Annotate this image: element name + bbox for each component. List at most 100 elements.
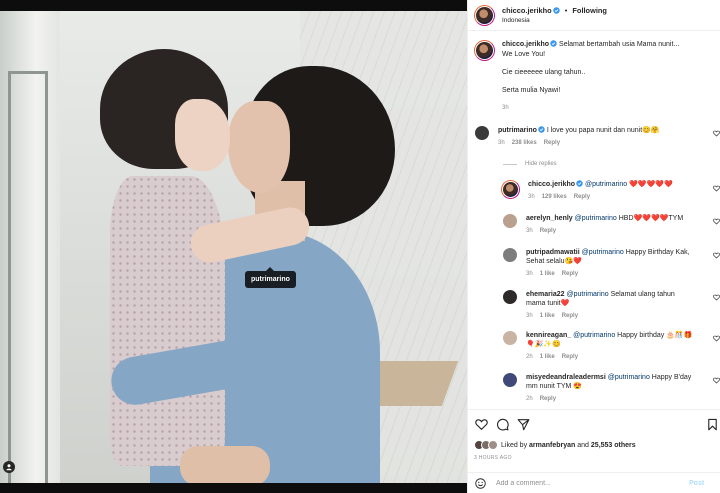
reply-text: Happy Birthday Kak, xyxy=(625,249,690,256)
reply-button[interactable]: Reply xyxy=(574,194,590,200)
person-icon xyxy=(6,464,12,471)
woman-hand xyxy=(180,446,270,486)
caption-time[interactable]: 3h xyxy=(502,104,707,114)
replier-avatar[interactable] xyxy=(503,373,517,387)
verified-badge-icon xyxy=(576,180,583,187)
replier-avatar[interactable] xyxy=(503,248,517,262)
like-button[interactable] xyxy=(475,418,488,431)
reply-item: misyedeandraleadermsi @putrimarino Happy… xyxy=(503,373,720,405)
likes-prefix: Liked by xyxy=(501,441,530,449)
reply-text-line2: mama tunit❤️ xyxy=(526,300,570,308)
replier-username[interactable]: ehemaria22 xyxy=(526,291,565,298)
likes-connector: and xyxy=(575,441,591,449)
likes-count[interactable]: 25,553 others xyxy=(591,442,636,449)
caption-username[interactable]: chicco.jerikho xyxy=(502,41,549,48)
mention-link[interactable]: @putrimarino xyxy=(608,374,650,381)
comment-button[interactable] xyxy=(496,418,509,431)
caption-text-line2: We Love You! xyxy=(502,50,546,58)
replier-username[interactable]: misyedeandraleadermsi xyxy=(526,374,606,381)
post-location[interactable]: Indonesia xyxy=(502,17,607,24)
like-heart-icon[interactable] xyxy=(713,335,720,342)
reply-button[interactable]: Reply xyxy=(544,140,560,146)
girl-dress xyxy=(110,176,225,466)
mention-link[interactable]: @putrimarino xyxy=(582,249,624,256)
reply-button[interactable]: Reply xyxy=(562,354,578,360)
reply-text: Happy birthday 🎂🎊🎁 xyxy=(617,332,693,339)
comment-item: putrimarino I love you papa nunit dan nu… xyxy=(475,126,720,148)
reply-button[interactable]: Reply xyxy=(562,271,578,277)
caption-avatar[interactable] xyxy=(474,40,495,61)
mention-link[interactable]: @putrimarino xyxy=(575,215,617,222)
window-frame xyxy=(8,71,48,483)
replier-avatar[interactable] xyxy=(503,290,517,304)
heart-icon xyxy=(475,419,488,431)
share-button[interactable] xyxy=(517,418,530,431)
replier-username[interactable]: kennireagan_ xyxy=(526,332,571,339)
like-heart-icon[interactable] xyxy=(713,185,720,192)
replier-avatar[interactable] xyxy=(503,214,517,228)
post-comment-button[interactable]: Post xyxy=(689,480,704,487)
liker-username[interactable]: armanfebryan xyxy=(529,442,575,449)
likes-summary: Liked by armanfebryan and 25,553 others xyxy=(474,440,636,450)
comment-likes[interactable]: 238 likes xyxy=(512,140,537,146)
post-timestamp[interactable]: 3 HOURS AGO xyxy=(474,455,512,461)
reply-likes[interactable]: 1 like xyxy=(540,313,555,319)
save-button[interactable] xyxy=(706,418,719,431)
reply-likes[interactable]: 1 like xyxy=(540,354,555,360)
comments-section[interactable]: chicco.jerikho Selamat bertambah usia Ma… xyxy=(468,31,720,409)
verified-badge-icon xyxy=(538,126,545,133)
post-photo[interactable]: putrimarino xyxy=(0,0,467,493)
comment-time[interactable]: 3h xyxy=(498,140,505,146)
like-heart-icon[interactable] xyxy=(713,294,720,301)
reply-time[interactable]: 3h xyxy=(526,228,533,234)
like-heart-icon[interactable] xyxy=(713,252,720,259)
instagram-post-modal: putrimarino chicco.jerikho • Following I… xyxy=(0,0,720,493)
user-tag-popup[interactable]: putrimarino xyxy=(245,267,296,288)
author-username[interactable]: chicco.jerikho xyxy=(502,6,552,15)
like-heart-icon[interactable] xyxy=(713,218,720,225)
reply-text: ❤️❤️❤️❤️❤️ xyxy=(629,181,673,188)
replier-username[interactable]: chicco.jerikho xyxy=(528,181,575,188)
post-header: chicco.jerikho • Following Indonesia xyxy=(468,0,720,31)
hide-replies-toggle[interactable]: Hide replies xyxy=(503,161,557,167)
user-tag-button[interactable] xyxy=(3,461,15,473)
reply-button[interactable]: Reply xyxy=(540,396,556,402)
mention-link[interactable]: @putrimarino xyxy=(585,181,627,188)
add-comment-bar: Post xyxy=(468,472,720,493)
comment-input[interactable] xyxy=(496,480,686,487)
reply-time[interactable]: 2h xyxy=(526,396,533,402)
reply-item: kennireagan_ @putrimarino Happy birthday… xyxy=(503,331,720,363)
reply-likes[interactable]: 1 like xyxy=(540,271,555,277)
reply-button[interactable]: Reply xyxy=(562,313,578,319)
photo-letterbox-bottom xyxy=(0,483,467,493)
girl-face xyxy=(175,99,230,171)
replier-avatar[interactable] xyxy=(501,180,520,199)
reply-item: aerelyn_henly @putrimarino HBD❤️❤️❤️❤️TY… xyxy=(503,214,720,236)
emoji-icon[interactable] xyxy=(475,478,486,489)
like-heart-icon[interactable] xyxy=(713,130,720,137)
reply-button[interactable]: Reply xyxy=(540,228,556,234)
reply-time[interactable]: 2h xyxy=(526,354,533,360)
replier-username[interactable]: aerelyn_henly xyxy=(526,215,573,222)
reply-text: Selamat ulang tahun xyxy=(610,291,675,298)
replier-username[interactable]: putripadmawatii xyxy=(526,249,580,256)
reply-time[interactable]: 3h xyxy=(528,194,535,200)
commenter-avatar[interactable] xyxy=(475,126,489,140)
reply-likes[interactable]: 129 likes xyxy=(542,194,567,200)
caption-text-line4: Serta mulia Nyawi! xyxy=(502,86,561,94)
verified-badge-icon xyxy=(552,7,560,14)
reply-text-line2: 🎈🎉✨😊 xyxy=(526,341,561,349)
liker-avatar[interactable] xyxy=(488,440,498,450)
following-button[interactable]: Following xyxy=(572,6,606,15)
commenter-username[interactable]: putrimarino xyxy=(498,127,537,134)
woman-face xyxy=(228,101,290,193)
caption-text-line3: Cie cieeeeee ulang tahun.. xyxy=(502,68,586,76)
author-avatar[interactable] xyxy=(474,4,495,26)
mention-link[interactable]: @putrimarino xyxy=(566,291,608,298)
like-heart-icon[interactable] xyxy=(713,377,720,384)
reply-time[interactable]: 3h xyxy=(526,313,533,319)
reply-time[interactable]: 3h xyxy=(526,271,533,277)
mention-link[interactable]: @putrimarino xyxy=(573,332,615,339)
caption-text-line1: Selamat bertambah usia Mama nunit... xyxy=(559,41,680,48)
replier-avatar[interactable] xyxy=(503,331,517,345)
